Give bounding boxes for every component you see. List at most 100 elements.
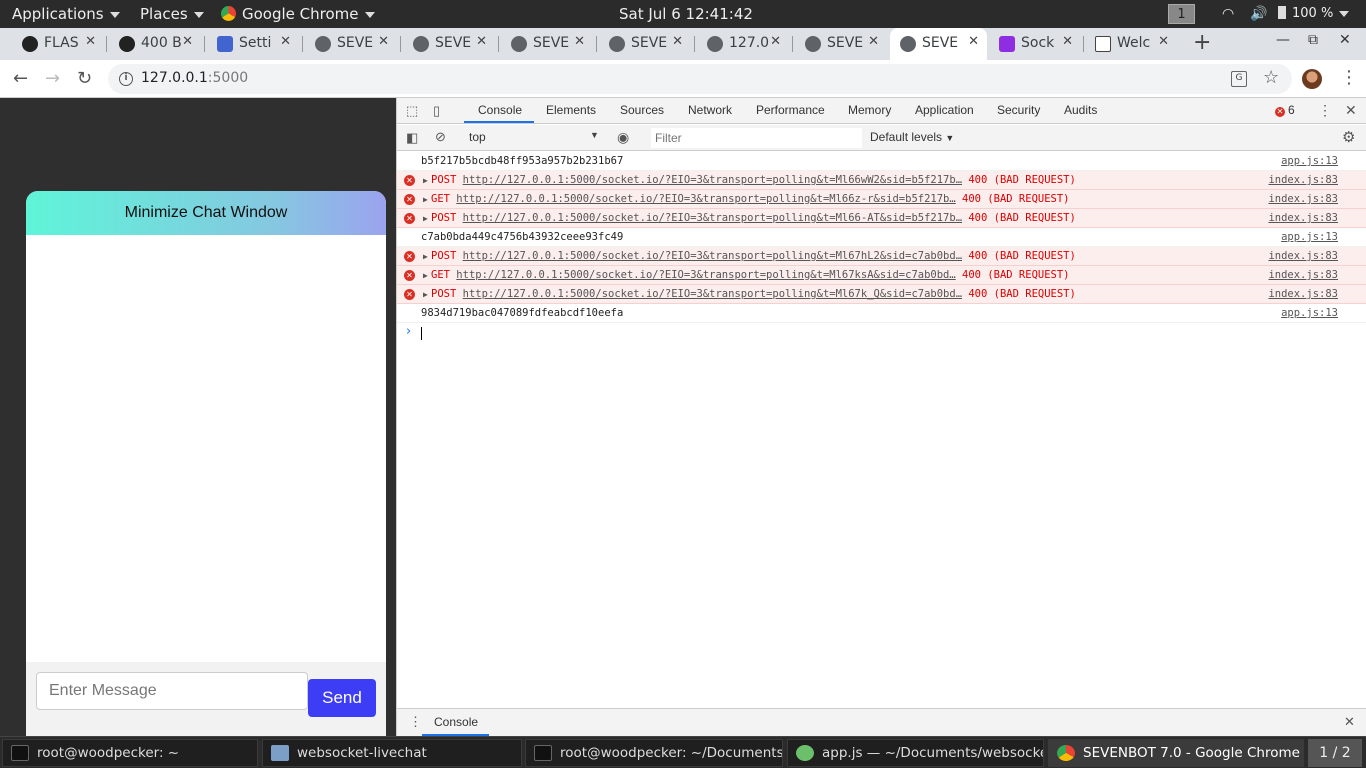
active-app-menu[interactable]: Google Chrome [221,0,375,28]
minimize-window-button[interactable]: — [1276,32,1290,48]
console-error[interactable]: ✕ ▶ POST http://127.0.0.1:5000/socket.io… [397,209,1366,228]
close-icon[interactable]: ✕ [672,34,683,49]
close-icon[interactable]: ✕ [182,34,193,49]
expand-triangle-icon[interactable]: ▶ [423,209,428,228]
bookmark-star-icon[interactable]: ☆ [1263,67,1279,88]
devtools-tab-performance[interactable]: Performance [756,103,825,117]
devtools-tab-application[interactable]: Application [915,103,974,117]
tab[interactable]: SEVE ✕ [403,28,495,60]
devtools-tab-sources[interactable]: Sources [620,103,664,117]
taskbar-item[interactable]: app.js — ~/Documents/websocke… [787,739,1044,767]
tab-active[interactable]: SEVE ✕ [890,28,987,60]
tab[interactable]: FLAS ✕ [12,28,104,60]
reload-icon[interactable]: ↻ [77,68,92,89]
devtools-menu-icon[interactable]: ⋮ [1318,102,1332,119]
send-button[interactable]: Send [308,679,376,717]
taskbar-item[interactable]: root@woodpecker: ~ [2,739,258,767]
info-icon[interactable]: i [119,72,133,86]
taskbar-item-active[interactable]: SEVENBOT 7.0 - Google Chrome [1048,739,1304,767]
log-source-link[interactable]: index.js:83 [1268,247,1338,266]
request-url-link[interactable]: http://127.0.0.1:5000/socket.io/?EIO=3&t… [456,269,955,281]
log-source-link[interactable]: index.js:83 [1268,209,1338,228]
new-tab-button[interactable]: + [1193,30,1211,55]
tab[interactable]: Welc ✕ [1085,28,1177,60]
console-error[interactable]: ✕ ▶ POST http://127.0.0.1:5000/socket.io… [397,171,1366,190]
devtools-tab-elements[interactable]: Elements [546,103,596,117]
console-error[interactable]: ✕ ▶ POST http://127.0.0.1:5000/socket.io… [397,285,1366,304]
console-prompt[interactable]: › [397,323,1366,343]
console-filter-input[interactable] [651,128,862,148]
device-toolbar-icon[interactable]: ▯ [433,103,440,119]
taskbar-item[interactable]: root@woodpecker: ~/Documents… [525,739,783,767]
close-icon[interactable]: ✕ [1062,34,1073,49]
log-source-link[interactable]: index.js:83 [1268,266,1338,285]
tab[interactable]: SEVE ✕ [501,28,593,60]
restore-window-button[interactable]: ⧉ [1308,32,1318,48]
devtools-tab-console[interactable]: Console [478,103,522,117]
request-url-link[interactable]: http://127.0.0.1:5000/socket.io/?EIO=3&t… [463,212,962,224]
request-url-link[interactable]: http://127.0.0.1:5000/socket.io/?EIO=3&t… [463,250,962,262]
tab[interactable]: SEVE ✕ [599,28,691,60]
eye-icon[interactable]: ◉ [617,129,629,146]
places-menu[interactable]: Places [140,0,204,28]
log-levels-selector[interactable]: Default levels ▼ [870,130,954,144]
close-icon[interactable]: ✕ [85,34,96,49]
workspace-indicator[interactable]: 1 [1168,4,1195,24]
tab[interactable]: SEVE ✕ [795,28,887,60]
tab[interactable]: Sock ✕ [989,28,1081,60]
context-selector[interactable]: top [469,130,486,144]
log-source-link[interactable]: app.js:13 [1281,228,1338,247]
expand-triangle-icon[interactable]: ▶ [423,247,428,266]
chat-header[interactable]: Minimize Chat Window [26,191,386,235]
volume-icon[interactable]: 🔊 [1250,0,1267,28]
clock[interactable]: Sat Jul 6 12:41:42 [619,0,753,28]
back-arrow-icon[interactable]: ← [13,68,28,89]
log-source-link[interactable]: index.js:83 [1268,171,1338,190]
error-count-badge[interactable]: ✕ 6 [1275,103,1295,117]
chat-messages-area[interactable] [26,235,386,662]
avatar[interactable] [1302,69,1322,89]
expand-triangle-icon[interactable]: ▶ [423,285,428,304]
close-icon[interactable]: ✕ [476,34,487,49]
applications-menu[interactable]: Applications [12,0,120,28]
workspace-pager[interactable]: 1 / 2 [1308,739,1362,767]
log-source-link[interactable]: index.js:83 [1268,190,1338,209]
log-source-link[interactable]: index.js:83 [1268,285,1338,304]
message-input[interactable] [36,672,308,710]
expand-triangle-icon[interactable]: ▶ [423,190,428,209]
close-devtools-icon[interactable]: ✕ [1345,102,1357,119]
console-error[interactable]: ✕ ▶ POST http://127.0.0.1:5000/socket.io… [397,247,1366,266]
expand-triangle-icon[interactable]: ▶ [423,266,428,285]
close-window-button[interactable]: ✕ [1339,32,1351,48]
clear-console-icon[interactable]: ⊘ [435,129,446,145]
inspect-element-icon[interactable]: ⬚ [406,103,418,119]
close-icon[interactable]: ✕ [574,34,585,49]
forward-arrow-icon[interactable]: → [45,68,60,89]
tab[interactable]: SEVE ✕ [305,28,397,60]
close-icon[interactable]: ✕ [968,34,979,49]
taskbar-item[interactable]: websocket-livechat [262,739,522,767]
devtools-tab-audits[interactable]: Audits [1064,103,1097,117]
translate-icon[interactable]: G [1231,71,1247,87]
close-icon[interactable]: ✕ [868,34,879,49]
devtools-tab-security[interactable]: Security [997,103,1040,117]
drawer-menu-icon[interactable]: ⋮ [409,714,422,730]
devtools-tab-memory[interactable]: Memory [848,103,891,117]
request-url-link[interactable]: http://127.0.0.1:5000/socket.io/?EIO=3&t… [456,193,955,205]
tab[interactable]: 127.0 ✕ [697,28,789,60]
request-url-link[interactable]: http://127.0.0.1:5000/socket.io/?EIO=3&t… [463,174,962,186]
close-icon[interactable]: ✕ [280,34,291,49]
console-settings-gear-icon[interactable]: ⚙ [1342,128,1355,146]
console-error[interactable]: ✕ ▶ GET http://127.0.0.1:5000/socket.io/… [397,266,1366,285]
log-source-link[interactable]: app.js:13 [1281,304,1338,323]
expand-triangle-icon[interactable]: ▶ [423,171,428,190]
close-icon[interactable]: ✕ [378,34,389,49]
close-icon[interactable]: ✕ [1158,34,1169,49]
battery-indicator[interactable]: 100 % [1278,0,1350,28]
console-error[interactable]: ✕ ▶ GET http://127.0.0.1:5000/socket.io/… [397,190,1366,209]
kebab-menu-icon[interactable]: ⋮ [1340,67,1358,88]
request-url-link[interactable]: http://127.0.0.1:5000/socket.io/?EIO=3&t… [463,288,962,300]
close-icon[interactable]: ✕ [770,34,781,49]
sidebar-toggle-icon[interactable]: ◧ [406,130,418,146]
log-source-link[interactable]: app.js:13 [1281,152,1338,171]
